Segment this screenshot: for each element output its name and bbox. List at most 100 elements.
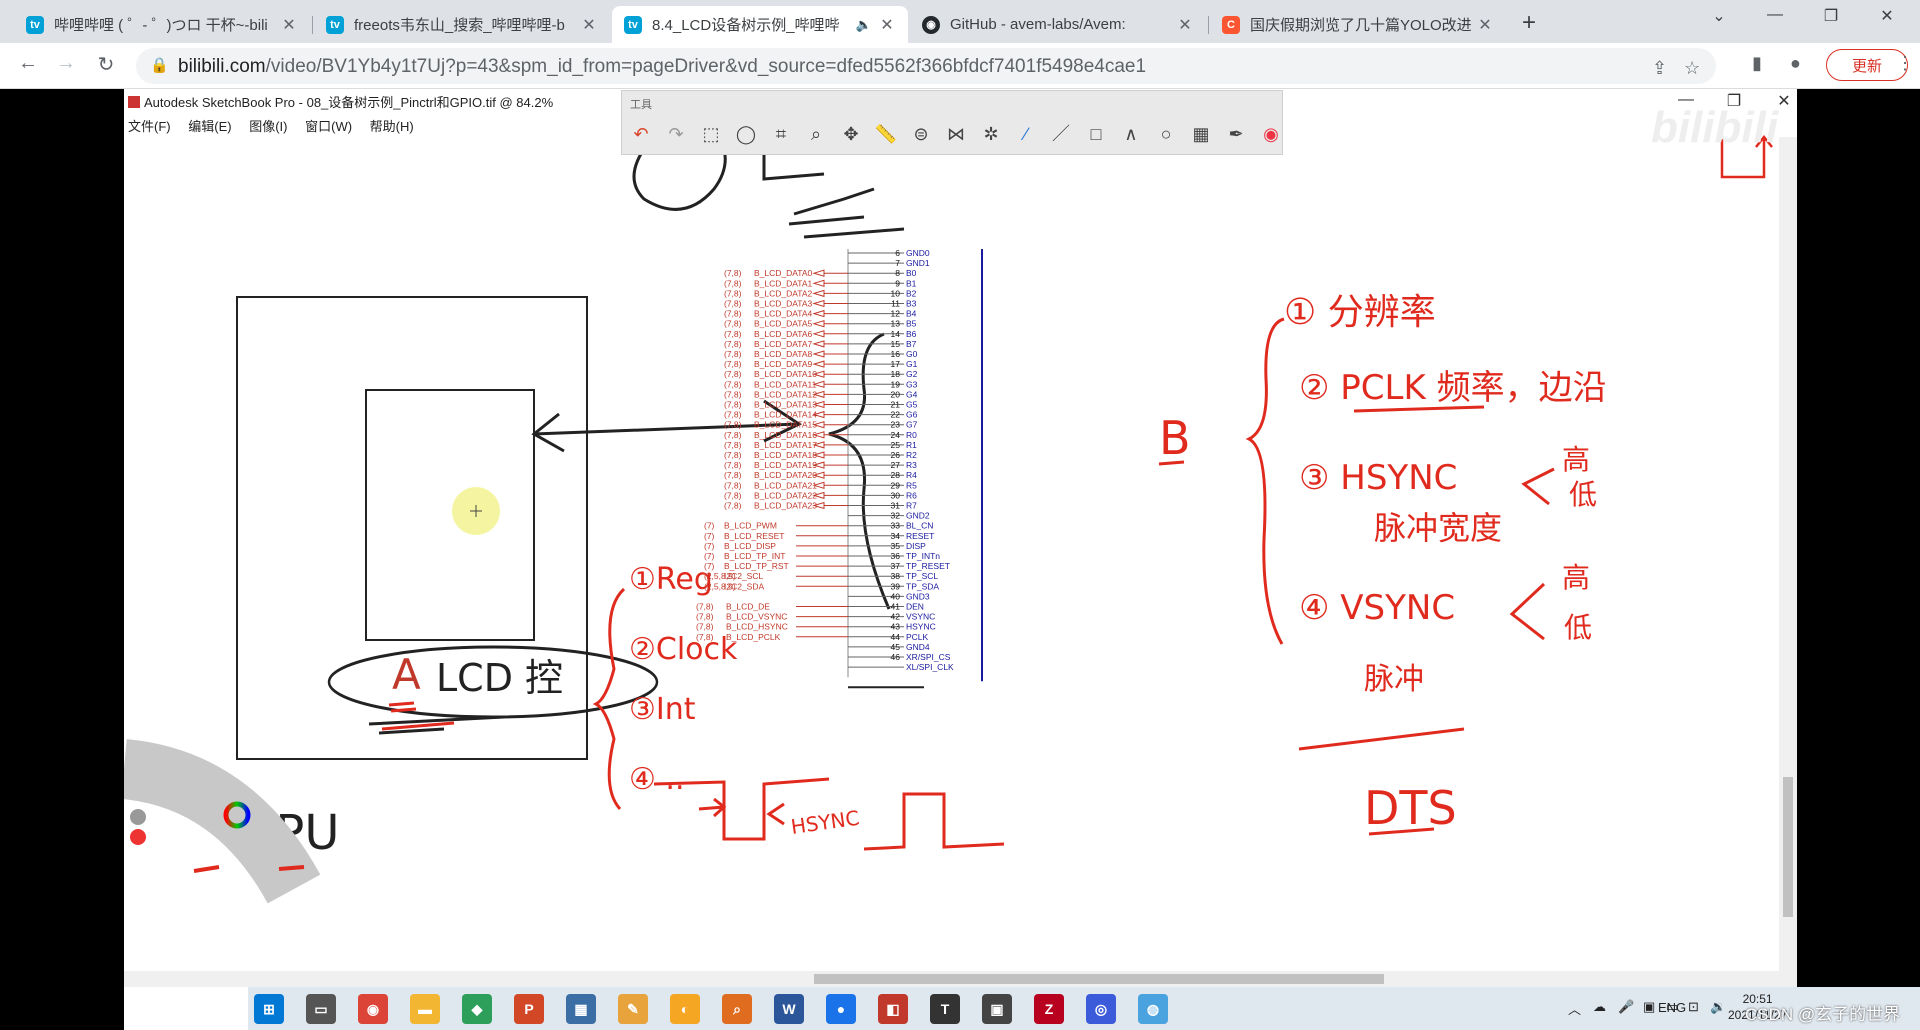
pin-name: PCLK: [906, 632, 929, 642]
calculator-icon[interactable]: ▦: [566, 994, 596, 1024]
brush-icon[interactable]: ✒: [1223, 121, 1249, 147]
symmetry-x-icon[interactable]: ⋈: [943, 121, 969, 147]
symmetry-radial-icon[interactable]: ✲: [978, 121, 1004, 147]
polyline-icon[interactable]: ∧: [1118, 121, 1144, 147]
chrome-icon[interactable]: ◉: [358, 994, 388, 1024]
word-icon[interactable]: W: [774, 994, 804, 1024]
tab-csdn[interactable]: C 国庆假期浏览了几十篇YOLO改进 ✕: [1210, 6, 1506, 43]
app-5-icon[interactable]: ◆: [462, 994, 492, 1024]
scroll-thumb[interactable]: [1783, 777, 1793, 917]
zoom-icon[interactable]: ⌕: [803, 121, 829, 147]
net-ref: (7,8): [724, 349, 742, 359]
tab-search-dropdown-icon[interactable]: ⌄: [1696, 6, 1742, 26]
tray-app-icon[interactable]: ▣: [1643, 999, 1655, 1015]
pin-name: XR/SPI_CS: [906, 652, 951, 662]
pin-name: B3: [906, 299, 917, 309]
video-player[interactable]: A LCD 控 MPU ①Reg ②Clock ③Int ④ .. 6 GND0 7…: [0, 89, 1920, 1030]
close-icon[interactable]: ✕: [580, 15, 598, 35]
typora-icon[interactable]: T: [930, 994, 960, 1024]
task-view-icon[interactable]: ▭: [306, 994, 336, 1024]
lock-icon[interactable]: 🔒: [150, 56, 169, 74]
bookmark-star-icon[interactable]: ☆: [1684, 58, 1700, 79]
close-window-icon[interactable]: ✕: [1864, 6, 1910, 26]
crop-icon[interactable]: ⌗: [768, 121, 794, 147]
mic-icon[interactable]: 🎤: [1618, 999, 1634, 1015]
cloud-icon[interactable]: ☁: [1593, 999, 1606, 1015]
url-text[interactable]: bilibili.com/video/BV1Yb4y1t7Uj?p=43&spm…: [178, 56, 1146, 78]
restore-icon[interactable]: ❐: [1808, 6, 1854, 26]
forward-icon[interactable]: →: [52, 52, 80, 75]
file-explorer-icon[interactable]: ▬: [410, 994, 440, 1024]
app-15-icon[interactable]: ▣: [982, 994, 1012, 1024]
rect-select-icon[interactable]: ⬚: [698, 121, 724, 147]
close-icon[interactable]: ✕: [1176, 15, 1194, 35]
menu-help[interactable]: 帮助(H): [370, 119, 414, 134]
connector-schematic: 6 GND0 7 GND1 8 B0 9 B1 10 B2 11 B3 12 B4 13 B5 14 B6 15 B7…: [696, 248, 983, 689]
pin-number: 32: [891, 511, 901, 521]
rectangle-icon[interactable]: □: [1083, 121, 1109, 147]
app-9-icon[interactable]: ◐: [670, 994, 700, 1024]
horizontal-scrollbar[interactable]: [124, 971, 1797, 987]
menu-dots-icon[interactable]: ⋮: [1896, 53, 1914, 74]
close-icon[interactable]: ✕: [1476, 15, 1494, 35]
close-icon[interactable]: ✕: [878, 15, 896, 35]
ellipse-guide-icon[interactable]: ⊜: [908, 121, 934, 147]
tab-search[interactable]: tv freeots韦东山_搜索_哔哩哔哩-b ✕: [314, 6, 610, 43]
vertical-scrollbar[interactable]: [1779, 137, 1797, 971]
tab-active-video[interactable]: tv 8.4_LCD设备树示例_哔哩哔 🔈 ✕: [612, 6, 908, 43]
pin-number: 23: [891, 420, 901, 430]
windows-start-icon[interactable]: ⊞: [254, 994, 284, 1024]
speaker-icon[interactable]: 🔈: [856, 17, 872, 33]
app-8-icon[interactable]: ✎: [618, 994, 648, 1024]
net-ref: (7,8): [724, 410, 742, 420]
net-ref: (7,8): [724, 299, 742, 309]
menu-edit[interactable]: 编辑(E): [188, 119, 231, 134]
sketchbook-window: A LCD 控 MPU ①Reg ②Clock ③Int ④ .. 6 GND0 7…: [124, 89, 1920, 1030]
language-indicator[interactable]: ENG: [1658, 1000, 1686, 1015]
lasso-icon[interactable]: ◯: [733, 121, 759, 147]
net-name: B_LCD_RESET: [724, 531, 784, 541]
search-app-icon[interactable]: ⌕: [722, 994, 752, 1024]
copic-icon[interactable]: ▦: [1188, 121, 1214, 147]
move-icon[interactable]: ✥: [838, 121, 864, 147]
tray-chevron-icon[interactable]: ︿: [1568, 999, 1581, 1018]
ruler-icon[interactable]: 📏: [873, 121, 899, 147]
back-icon[interactable]: ←: [14, 52, 42, 75]
tab-github[interactable]: ◉ GitHub - avem-labs/Avem: ✕: [910, 6, 1206, 43]
app-18-icon[interactable]: ◍: [1138, 994, 1168, 1024]
net-ref: (7,8): [696, 622, 714, 632]
powerpoint-icon[interactable]: P: [514, 994, 544, 1024]
tab-bilibili-home[interactable]: tv 哔哩哔哩 ( ゜- ゜)つロ 干杯~-bili ✕: [14, 6, 310, 43]
filezilla-icon[interactable]: Z: [1034, 994, 1064, 1024]
net-name: B_LCD_DATA5: [754, 319, 813, 329]
app-17-icon[interactable]: ◎: [1086, 994, 1116, 1024]
sketchbook-icon[interactable]: ◧: [878, 994, 908, 1024]
line-icon[interactable]: ／: [1048, 121, 1074, 147]
circle-icon[interactable]: ○: [1153, 121, 1179, 147]
menu-image[interactable]: 图像(I): [249, 119, 287, 134]
pin-number: 42: [891, 612, 901, 622]
address-bar[interactable]: 🔒 bilibili.com/video/BV1Yb4y1t7Uj?p=43&s…: [136, 48, 1716, 84]
minimize-icon[interactable]: —: [1752, 6, 1798, 24]
pin-name: G3: [906, 379, 918, 389]
menu-window[interactable]: 窗口(W): [305, 119, 352, 134]
scroll-thumb[interactable]: [814, 974, 1384, 984]
new-tab-icon[interactable]: +: [1522, 9, 1536, 37]
close-icon[interactable]: ✕: [280, 15, 298, 35]
reload-icon[interactable]: ↻: [92, 52, 120, 77]
pencil-line-icon[interactable]: ∕: [1013, 121, 1039, 147]
volume-icon[interactable]: 🔉: [1710, 999, 1726, 1015]
profile-avatar-icon[interactable]: ●: [1790, 53, 1801, 74]
undo-icon[interactable]: ↶: [628, 121, 654, 147]
net-ref: (7,8): [724, 319, 742, 329]
pin-number: 29: [891, 480, 901, 490]
pin-name: G2: [906, 369, 918, 379]
network-icon[interactable]: ⊡: [1688, 999, 1699, 1015]
app-12-icon[interactable]: ●: [826, 994, 856, 1024]
note-hsync-high: 高: [1562, 443, 1590, 476]
color-wheel-icon[interactable]: ◉: [1258, 121, 1284, 147]
share-icon[interactable]: ⇪: [1652, 58, 1667, 79]
menu-file[interactable]: 文件(F): [128, 119, 171, 134]
redo-icon[interactable]: ↷: [663, 121, 689, 147]
side-panel-icon[interactable]: ▮: [1752, 53, 1762, 74]
